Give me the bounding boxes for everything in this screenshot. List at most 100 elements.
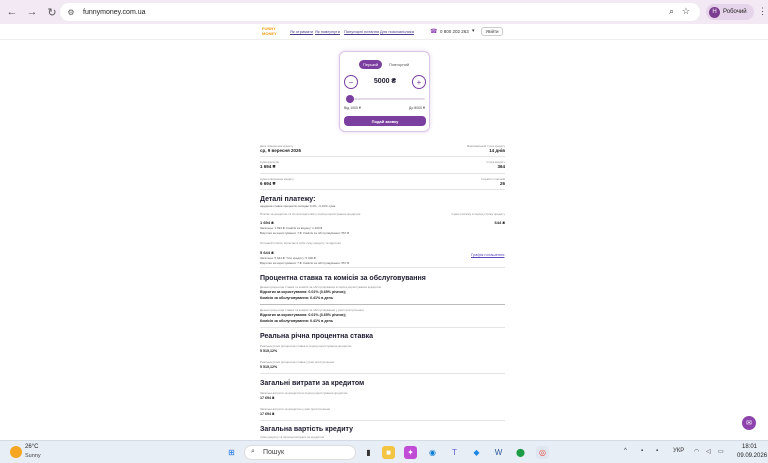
slider-thumb[interactable] bbox=[346, 95, 354, 103]
amount-slider[interactable] bbox=[346, 98, 425, 100]
fee-value-2: Комісія за обслуговування: 0.41% в день bbox=[260, 319, 334, 323]
app-icon[interactable]: ◆ bbox=[470, 446, 483, 459]
taskbar: 26°C Sunny ⊞ ⌕ Пошук ▮ ■ ✦ ◉ T ◆ W ⬤ ◎ ^… bbox=[0, 440, 768, 463]
divider bbox=[260, 373, 505, 374]
word-icon[interactable]: W bbox=[492, 446, 505, 459]
apr-section-title: Реальна річна процентна ставка bbox=[260, 333, 374, 340]
apr-value-2: 5 515,12% bbox=[260, 365, 278, 369]
divider bbox=[260, 327, 505, 328]
fee-value-1: Комісія за обслуговування: 0.41% в день bbox=[260, 296, 334, 300]
total-cost-value-1: 17 694 ₴ bbox=[260, 396, 275, 400]
apr-value-1: 5 515,12% bbox=[260, 349, 278, 353]
search-placeholder: Пошук bbox=[263, 449, 285, 456]
decrease-button[interactable]: − bbox=[344, 75, 358, 89]
apply-button[interactable]: Подай заявку bbox=[344, 116, 426, 126]
browser-menu-icon[interactable]: ⋮ bbox=[758, 6, 767, 17]
reload-icon[interactable]: ↻ bbox=[44, 4, 60, 20]
phone-number[interactable]: 0 800 202 263 bbox=[440, 29, 469, 34]
total-value: 6 694 ₴ bbox=[260, 181, 276, 186]
range-min: Від 1000 ₴ bbox=[344, 106, 361, 110]
address-bar[interactable]: ⚙ funnymoney.com.ua ⌕ ☆ bbox=[60, 3, 700, 21]
rate-section-title: Процентна ставка та комісія за обслугову… bbox=[260, 275, 426, 282]
first-payment-line2: Відсотки за користування: 7 ₴. Комісія з… bbox=[260, 231, 349, 235]
range-max: До 8000 ₴ bbox=[408, 106, 425, 110]
battery-icon[interactable]: ▭ bbox=[718, 448, 724, 455]
last-payment-amount: 5 644 ₴ bbox=[260, 250, 274, 255]
weather-condition[interactable]: Sunny bbox=[25, 453, 41, 459]
pay-count-value: 26 bbox=[499, 181, 505, 186]
total-value-title: Загальна вартість кредиту bbox=[260, 426, 354, 433]
divider bbox=[260, 420, 505, 421]
nav-faq[interactable]: Популярні питання bbox=[344, 29, 379, 34]
windows-start-icon[interactable]: ⊞ bbox=[225, 446, 238, 459]
calc-tabs: Перший Повторний bbox=[359, 60, 413, 69]
interest-value: 1 694 ₴ bbox=[260, 164, 276, 169]
payment-details-title: Деталі платежу: bbox=[260, 196, 316, 203]
chevron-down-icon[interactable]: ▾ bbox=[472, 28, 475, 34]
bookmark-star-icon[interactable]: ☆ bbox=[682, 6, 690, 17]
rate-note-2: Денна процентна ставка та комісія за обс… bbox=[260, 308, 364, 312]
last-payment-line1: Загальна: 5 644 ₴. Тіло кредиту: 5 000 ₴ bbox=[260, 256, 316, 260]
divider bbox=[260, 267, 505, 268]
period-payment-note: Сума платежу в період строку кредиту bbox=[451, 212, 505, 216]
increase-button[interactable]: + bbox=[412, 75, 426, 89]
taskbar-search[interactable]: ⌕ Пошук bbox=[244, 445, 356, 460]
profile-name: Робочий bbox=[723, 9, 747, 15]
tray-app-icon[interactable]: ▪ bbox=[641, 448, 643, 454]
nav-how-to-get[interactable]: Як отримати bbox=[290, 29, 313, 34]
apr-note-2: Реальна річна процентна ставка у разі пр… bbox=[260, 360, 335, 364]
browser-toolbar: ← → ↻ ⚙ funnymoney.com.ua ⌕ ☆ Н Робочий … bbox=[0, 0, 768, 24]
last-payment-note: Останній платіж, включає в себе суму кре… bbox=[260, 241, 341, 245]
url-text: funnymoney.com.ua bbox=[83, 8, 146, 16]
tab-repeat[interactable]: Повторний bbox=[385, 60, 413, 69]
app-green-icon[interactable]: ⬤ bbox=[514, 446, 527, 459]
profile-button[interactable]: Н Робочий bbox=[706, 4, 754, 20]
total-cost-note-1: Загальні витрати за кредитом в період ко… bbox=[260, 391, 348, 395]
back-icon[interactable]: ← bbox=[4, 4, 20, 20]
file-explorer-icon[interactable]: ■ bbox=[382, 446, 395, 459]
volume-icon[interactable]: ◁ bbox=[706, 448, 711, 455]
zoom-icon[interactable]: ⌕ bbox=[669, 6, 674, 17]
apr-note-1: Реальна річна процентна ставка в період … bbox=[260, 344, 352, 348]
divider bbox=[260, 304, 505, 305]
forward-icon[interactable]: → bbox=[24, 4, 40, 20]
search-icon: ⌕ bbox=[251, 448, 255, 455]
last-payment-line2: Відсотки за користування: 7 ₴. Комісія з… bbox=[260, 261, 349, 265]
weather-temp[interactable]: 26°C bbox=[25, 444, 38, 450]
nav-how-to-repay[interactable]: Як повернути bbox=[315, 29, 340, 34]
nav-for-borrower[interactable]: Для позичальника bbox=[380, 29, 414, 34]
divider bbox=[260, 156, 505, 157]
copilot-icon[interactable]: ✦ bbox=[404, 446, 417, 459]
avatar: Н bbox=[709, 6, 720, 18]
tab-first[interactable]: Перший bbox=[359, 60, 383, 69]
first-payment-amount: 1 694 ₴ bbox=[260, 220, 274, 225]
total-cost-value-2: 17 694 ₴ bbox=[260, 412, 275, 416]
rate-note-1: Денна процентна ставка та комісія за обс… bbox=[260, 285, 382, 289]
repay-date: ср, 9 вересня 2026 bbox=[260, 148, 302, 153]
site-logo[interactable]: FUNNY MONEY bbox=[262, 26, 284, 38]
sun-icon[interactable] bbox=[10, 446, 22, 458]
wifi-icon[interactable]: ◠ bbox=[694, 448, 699, 455]
total-cost-note-2: Загальні витрати за кредитом у разі прос… bbox=[260, 407, 331, 411]
chat-icon[interactable]: ✉ bbox=[742, 416, 756, 430]
days-value: 364 bbox=[497, 164, 505, 169]
rate-value-2: Відсотки за користування: 0.01% (3.65% р… bbox=[260, 313, 347, 317]
language-indicator[interactable]: УКР bbox=[673, 448, 684, 454]
login-button[interactable]: Увійти bbox=[481, 27, 503, 36]
edge-icon[interactable]: ◉ bbox=[426, 446, 439, 459]
first-payment-line1: Загальна: 1 694 ₴. Комісія за видачу: 1 … bbox=[260, 226, 323, 230]
phone-icon: ☎ bbox=[430, 29, 438, 35]
task-view-icon[interactable]: ▮ bbox=[362, 446, 375, 459]
clock-date[interactable]: 09.09.2026 bbox=[737, 453, 767, 459]
schedule-link[interactable]: Графік погашення bbox=[471, 252, 504, 257]
site-info-icon[interactable]: ⚙ bbox=[66, 7, 76, 17]
chrome-icon[interactable]: ◎ bbox=[536, 446, 549, 459]
total-value-note: сума кредиту та загальні витрати за кред… bbox=[260, 435, 325, 439]
tray-app2-icon[interactable]: ▪ bbox=[656, 448, 658, 454]
chevron-up-icon[interactable]: ^ bbox=[624, 448, 627, 454]
loan-calculator: Перший Повторний − 5000 ₴ + Від 1000 ₴ Д… bbox=[339, 51, 430, 132]
payment-details-subtitle: щоденна ставка процентів складає 0,4% - … bbox=[260, 204, 336, 208]
loan-amount: 5000 ₴ bbox=[373, 78, 397, 85]
teams-icon[interactable]: T bbox=[448, 446, 461, 459]
clock-time[interactable]: 18:01 bbox=[742, 444, 757, 450]
